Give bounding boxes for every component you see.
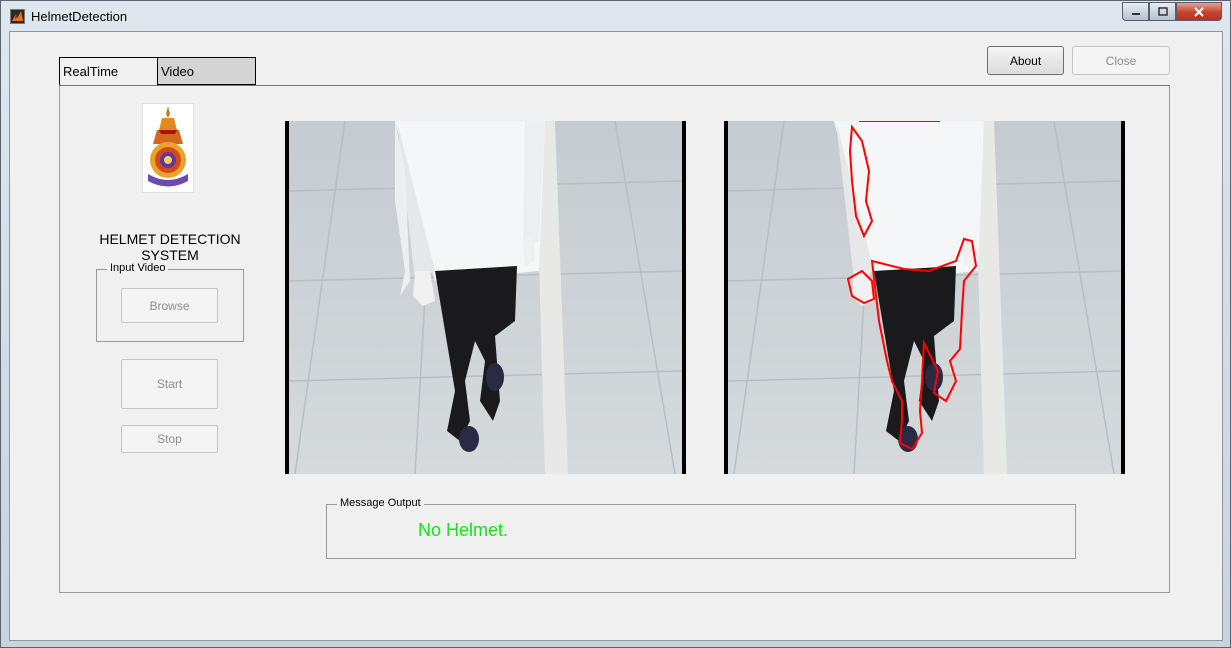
minimize-button[interactable] (1122, 2, 1149, 21)
message-output-group: Message Output No Helmet. (326, 497, 1076, 559)
realtime-panel: HELMET DETECTION SYSTEM Input Video Brow… (59, 85, 1170, 593)
university-seal-logo (142, 103, 194, 193)
message-output-label: Message Output (337, 497, 424, 509)
input-video-label: Input Video (107, 262, 169, 274)
figure-client-area: About Close RealTime Video HELMET DETECT… (9, 31, 1223, 641)
window-close-button[interactable] (1176, 2, 1222, 21)
matlab-app-icon (10, 9, 25, 24)
maximize-button[interactable] (1149, 2, 1176, 21)
detection-result-text: No Helmet. (418, 520, 509, 540)
maximize-icon (1157, 7, 1168, 16)
app-window: HelmetDetection About Close RealTime Vid… (0, 0, 1231, 648)
input-video-group: Input Video Browse (96, 262, 244, 342)
tab-bar: RealTime Video (59, 57, 256, 85)
tab-realtime[interactable]: RealTime (59, 57, 158, 85)
tab-video[interactable]: Video (158, 57, 256, 85)
close-button[interactable]: Close (1072, 46, 1170, 75)
minimize-icon (1131, 12, 1140, 15)
system-title: HELMET DETECTION SYSTEM (99, 231, 241, 263)
close-icon (1194, 6, 1204, 17)
stop-button[interactable]: Stop (121, 425, 218, 453)
title-bar[interactable]: HelmetDetection (1, 1, 1230, 31)
detection-video-frame (724, 121, 1125, 474)
start-button[interactable]: Start (121, 359, 218, 409)
about-button[interactable]: About (987, 46, 1064, 75)
original-video-frame (285, 121, 686, 474)
window-title: HelmetDetection (31, 9, 128, 24)
browse-button[interactable]: Browse (121, 288, 218, 323)
window-controls (1122, 2, 1222, 22)
